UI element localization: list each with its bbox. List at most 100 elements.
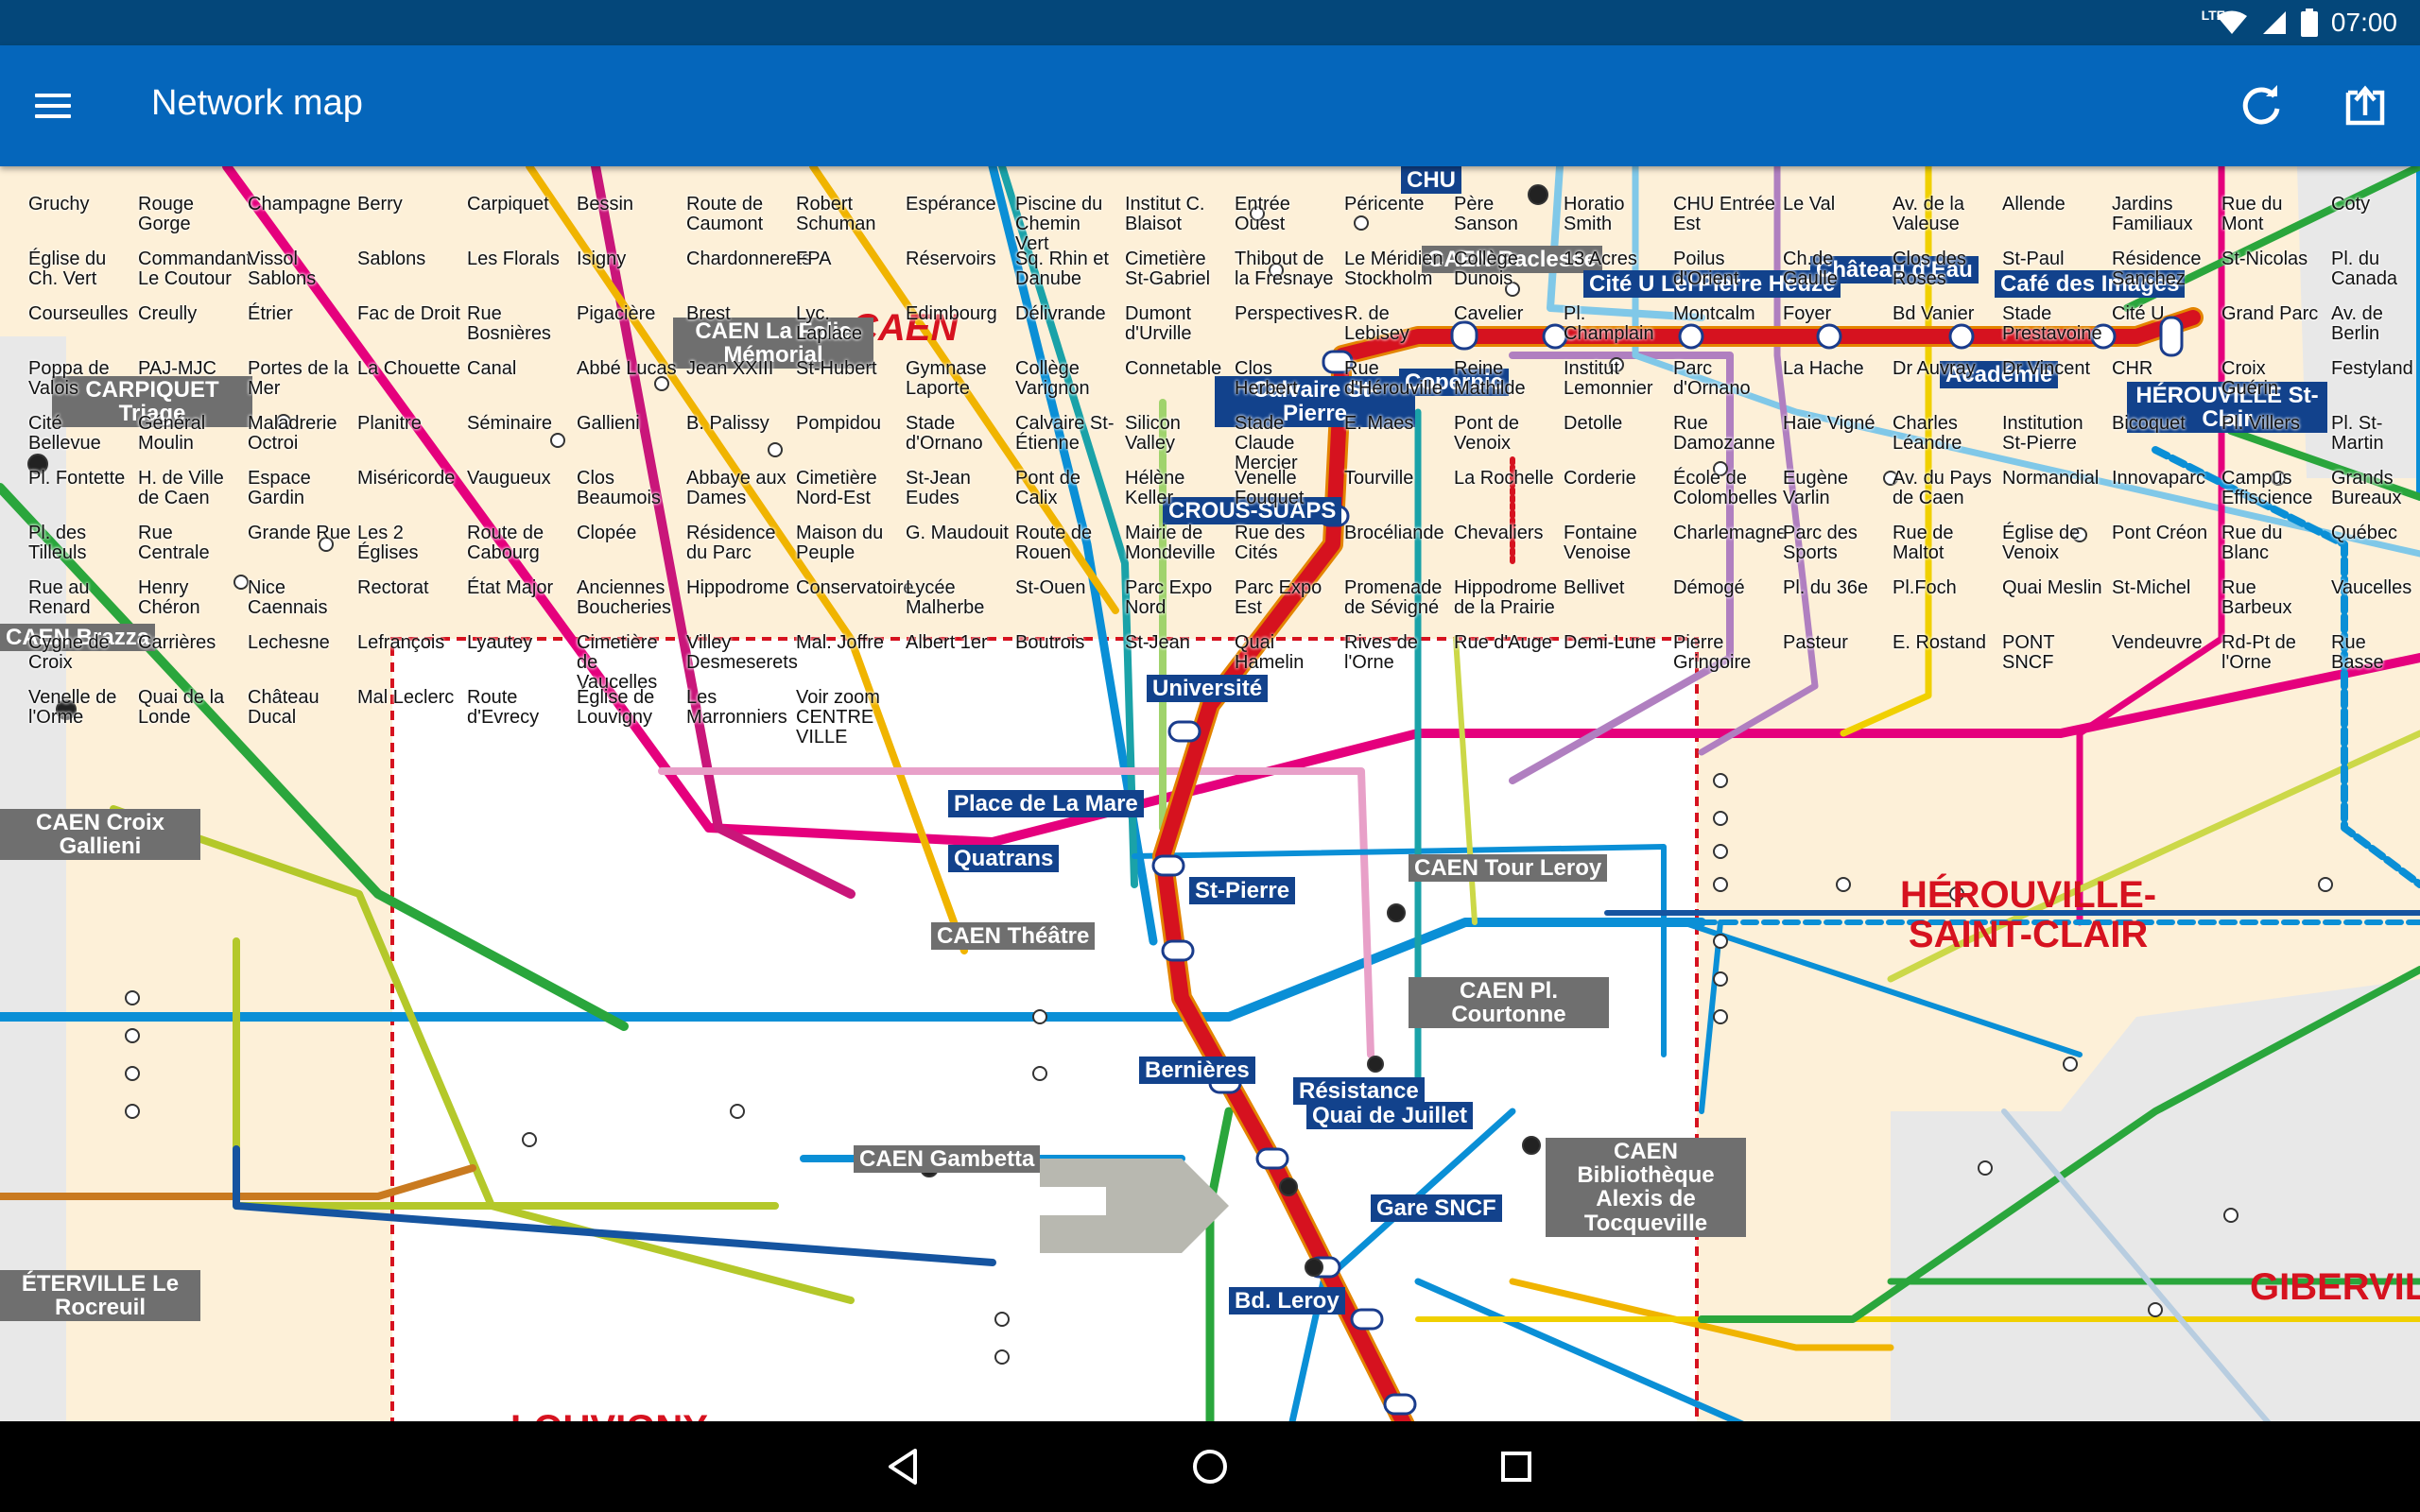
stop-label: Entrée Ouest [1235,194,1290,234]
stop-label: Pont de Calix [1015,468,1080,508]
home-button[interactable] [1176,1433,1244,1501]
stop-label: Hippodrome [686,577,789,598]
stop-label: Rd-Pt de l'Orne [2221,632,2296,673]
stop-label: Pl. du Canada [2331,249,2398,289]
stop-label: Vendeuvre [2112,632,2203,653]
stop-label: Institut Lemonnier [1564,358,1653,399]
stop-label: Pierre Gringoire [1673,632,1752,673]
stop-label: Campus Effiscience [2221,468,2313,508]
city-label: GIBERVILLE [2250,1266,2420,1308]
stop-label: Les 2 Églises [357,523,419,563]
hub-label: CAEN Tour Leroy [1409,854,1608,883]
stop-label: Calvaire St-Étienne [1015,413,1115,454]
stop-label: Espérance [906,194,996,215]
stop-label: Espace Gardin [248,468,311,508]
back-button[interactable] [870,1433,938,1501]
menu-icon [35,94,71,97]
stop-label: Rue Damozanne [1673,413,1775,454]
refresh-button[interactable] [2227,72,2295,140]
stop-label: PAJ-MJC [138,358,216,379]
stop-label: Bessin [577,194,634,215]
stop-label: Lycée Malherbe [906,577,985,618]
hub-label: ÉTERVILLE Le Rocreuil [0,1270,200,1322]
hub-label: Place de La Mare [948,790,1144,818]
stop-label: Père Sanson [1454,194,1518,234]
stop-label: St-Ouen [1015,577,1086,598]
hub-label: CAEN Théâtre [931,922,1096,951]
stop-label: Robert Schuman [796,194,876,234]
hub-label: Gare SNCF [1371,1194,1502,1223]
stop-label: Rue d'Auge [1454,632,1552,653]
stop-label: Grand Parc [2221,303,2319,324]
stop-label: St-Jean Eudes [906,468,971,508]
stop-label: Gruchy [28,194,90,215]
stop-label: Réservoirs [906,249,996,269]
stop-label: Gallieni [577,413,640,434]
stop-label: Tourville [1344,468,1414,489]
stop-label: E. Rostand [1893,632,1986,653]
stop-label: Les Marronniers [686,687,787,728]
stop-label: Lefrançois [357,632,445,653]
stop-label: Quai Meslin [2002,577,2102,598]
stop-label: Carrières [138,632,216,653]
stop-label: Abbaye aux Dames [686,468,786,508]
stop-label: Canal [467,358,517,379]
stop-label: Montcalm [1673,303,1755,324]
network-map-canvas[interactable] [0,166,2420,1421]
navigation-bar [0,1421,2420,1512]
hub-label: CAEN Gambetta [854,1145,1041,1174]
stop-label: Lyautey [467,632,533,653]
clock: 07:00 [2330,8,2397,37]
stop-label: Bicoquet [2112,413,2186,434]
stop-label: Foyer [1783,303,1832,324]
stop-label: Miséricorde [357,468,456,489]
stop-label: Dr Auvray [1893,358,1976,379]
stop-label: Sq. Rhin et Danube [1015,249,1109,289]
stop-label: Pl. Villers [2221,413,2300,434]
network-map[interactable]: CAENHÉROUVILLE- SAINT-CLAIRGIBERVILLELOU… [0,166,2420,1421]
stop-label: Quai Hamelin [1235,632,1305,673]
stop-label: Ch.de Gaulle [1783,249,1838,289]
stop-label: Bellivet [1564,577,1625,598]
stop-label: Parc des Sports [1783,523,1858,563]
stop-label: Edimbourg [906,303,997,324]
stop-label: St-Jean [1125,632,1190,653]
recents-button[interactable] [1482,1433,1550,1501]
city-label: HÉROUVILLE- SAINT-CLAIR [1900,874,2157,955]
stop-label: La Rochelle [1454,468,1554,489]
stop-label: Maison du Peuple [796,523,884,563]
stop-label: Pasteur [1783,632,1848,653]
stop-label: Parc Expo Est [1235,577,1322,618]
stop-label: Piscine du Chemin Vert [1015,194,1103,254]
stop-label: Voir zoom CENTRE VILLE [796,687,880,747]
stop-label: Vissol Sablons [248,249,317,289]
stop-label: Péricente [1344,194,1425,215]
stop-label: Pl. Champlain [1564,303,1654,344]
stop-label: Albert 1er [906,632,988,653]
stop-label: Château Ducal [248,687,320,728]
stop-label: Isigny [577,249,627,269]
stop-label: Dr Vincent [2002,358,2091,379]
menu-button[interactable] [19,72,87,140]
stop-label: Pl. des Tilleuls [28,523,87,563]
stop-label: La Hache [1783,358,1864,379]
stop-label: Haie Vigné [1783,413,1876,434]
stop-label: Pl. du 36e [1783,577,1869,598]
stop-label: Route de Cabourg [467,523,544,563]
stop-label: Rue Centrale [138,523,210,563]
stop-label: G. Maudouit [906,523,1009,543]
stop-label: Eugène Varlin [1783,468,1848,508]
stop-label: Clos des Roses [1893,249,1966,289]
stop-label: Poppa de Valois [28,358,110,399]
stop-label: Henry Chéron [138,577,200,618]
stop-label: Vaucelles [2331,577,2412,598]
stop-label: St-Nicolas [2221,249,2308,269]
open-external-button[interactable] [2331,72,2399,140]
stop-label: École de Colombelles [1673,468,1778,508]
stop-label: CHU Entrée Est [1673,194,1775,234]
stop-label: Rue d'Hérouville [1344,358,1443,399]
stop-label: Venelle Fouquet [1235,468,1305,508]
stop-label: Boutrois [1015,632,1085,653]
stop-label: Hippodrome de la Prairie [1454,577,1557,618]
stop-label: B. Palissy [686,413,769,434]
